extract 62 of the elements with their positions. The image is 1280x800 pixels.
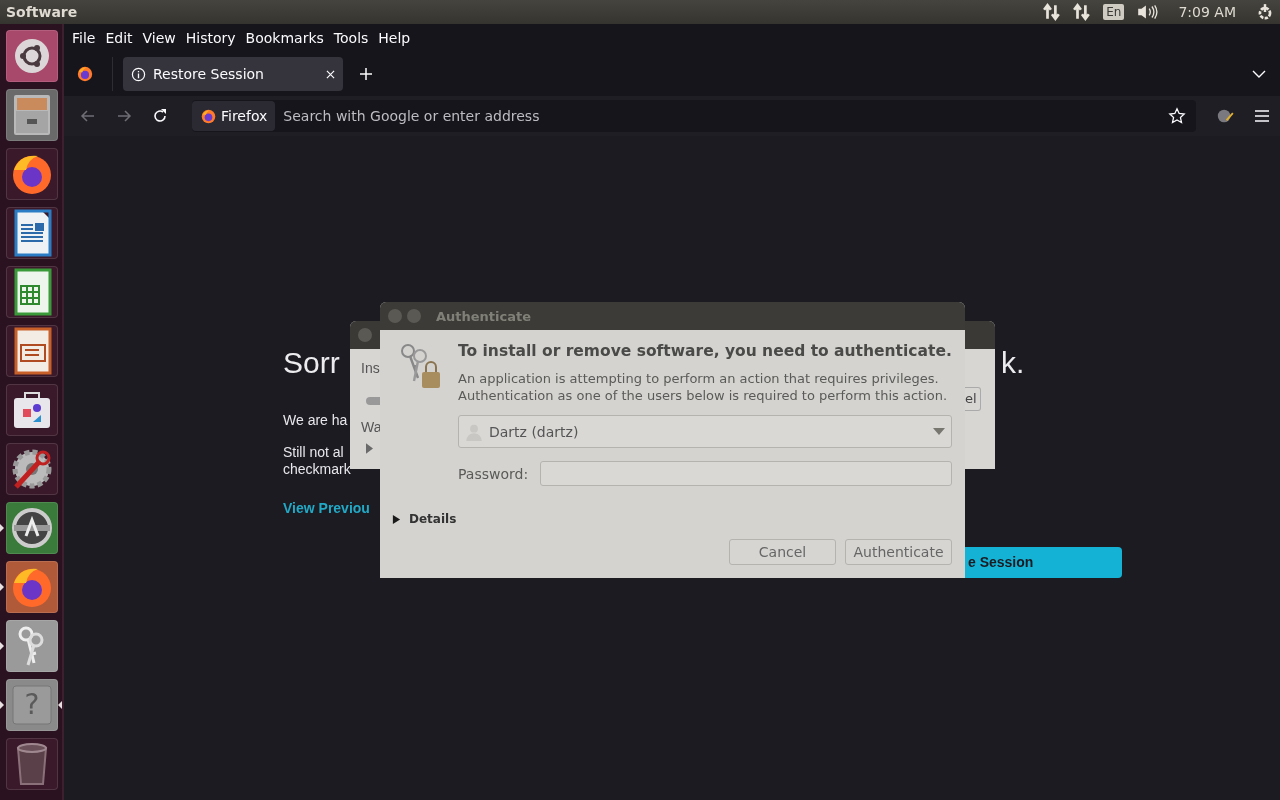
launcher-item[interactable]	[6, 443, 58, 495]
dropdown-arrow-icon	[933, 427, 945, 436]
menu-item[interactable]: History	[181, 30, 242, 46]
star-icon[interactable]	[1168, 107, 1186, 125]
tab-label: Restore Session	[153, 66, 265, 82]
back-icon[interactable]	[80, 108, 96, 124]
paragraph: Still not al	[283, 444, 344, 460]
reload-icon[interactable]	[152, 108, 168, 124]
network-icon[interactable]	[1043, 3, 1062, 21]
link[interactable]: View Previou	[283, 500, 370, 516]
close-icon[interactable]	[326, 69, 335, 79]
launcher-item[interactable]	[6, 148, 58, 200]
volume-icon[interactable]	[1136, 3, 1159, 21]
dialog-button[interactable]: Authenticate	[845, 539, 952, 565]
menu-item[interactable]: Help	[374, 30, 417, 46]
password-field[interactable]	[540, 461, 952, 486]
expander-arrow-icon[interactable]	[366, 443, 373, 454]
launcher-item[interactable]	[6, 384, 58, 436]
launcher-item[interactable]	[6, 325, 58, 377]
info-icon	[131, 66, 146, 82]
firefox-icon[interactable]	[76, 65, 94, 83]
description-text: An application is attempting to perform an action that requires privileges.	[458, 370, 940, 387]
palette-icon[interactable]	[1216, 107, 1234, 125]
clock[interactable]: 7:09 AM	[1178, 4, 1236, 20]
firefox-icon	[200, 107, 217, 125]
menu-item[interactable]: View	[138, 30, 182, 46]
expander-arrow-icon	[392, 514, 401, 524]
heading: k.	[1001, 346, 1025, 380]
restore-session-button[interactable]: e Session	[965, 547, 1122, 578]
keyboard-layout-indicator[interactable]: En	[1103, 4, 1125, 20]
keys-icon	[398, 342, 442, 390]
dialog-heading: To install or remove software, you need to authenticate.	[458, 342, 952, 360]
menu-item[interactable]: Edit	[101, 30, 139, 46]
address-bar[interactable]: Firefox Search with Google or enter address	[192, 100, 1196, 132]
window-title: Authenticate	[436, 308, 532, 324]
network-icon[interactable]	[1073, 3, 1092, 21]
label: Ins	[361, 360, 380, 376]
new-tab-button[interactable]	[359, 67, 373, 81]
paragraph: checkmark	[283, 461, 351, 477]
launcher-item[interactable]	[6, 30, 58, 82]
menu-item[interactable]: Bookmarks	[241, 30, 330, 46]
address-input[interactable]: Search with Google or enter address	[275, 107, 1168, 125]
label: Wa	[361, 419, 382, 435]
power-icon[interactable]	[1256, 3, 1274, 21]
window-title: Software	[6, 4, 78, 20]
heading: Sorr	[283, 346, 340, 380]
field-label: Password:	[458, 465, 529, 482]
details-expander[interactable]: Details	[392, 512, 457, 526]
tab[interactable]: Restore Session	[123, 57, 343, 91]
forward-icon[interactable]	[116, 108, 132, 124]
user-dropdown[interactable]: Dartz (dartz)	[458, 415, 952, 448]
launcher-item[interactable]	[6, 266, 58, 318]
chevron-down-icon[interactable]	[1252, 69, 1266, 79]
launcher-item[interactable]	[6, 207, 58, 259]
paragraph: We are ha	[283, 412, 348, 428]
identity-button[interactable]: Firefox	[192, 101, 276, 131]
menu-icon[interactable]	[1254, 108, 1270, 124]
dialog-button[interactable]: Cancel	[729, 539, 836, 565]
menu-item[interactable]: File	[68, 30, 102, 46]
description-text: Authentication as one of the users below is required to perform this action.	[458, 387, 949, 404]
menu-item[interactable]: Tools	[329, 30, 375, 46]
launcher-item[interactable]	[6, 502, 58, 554]
